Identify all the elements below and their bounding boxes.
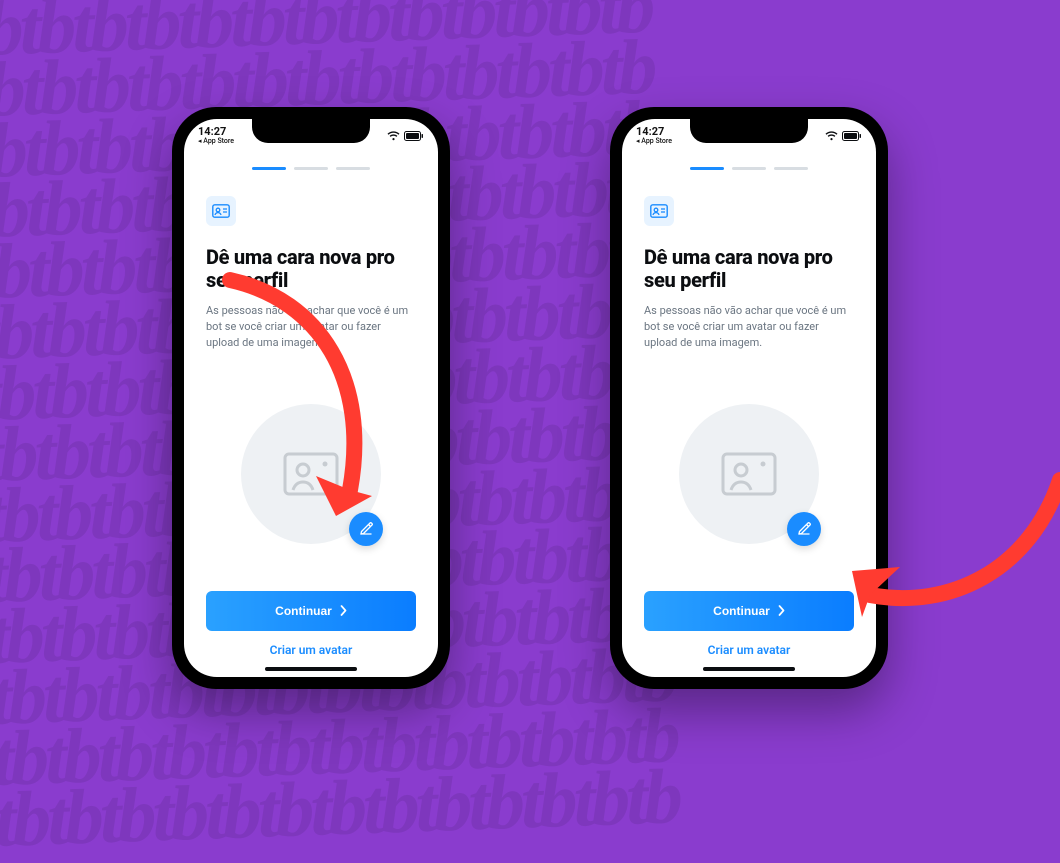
phone-notch xyxy=(690,119,808,143)
app-screen: 14:27 ◂ App Store xyxy=(184,119,438,677)
edit-avatar-button[interactable] xyxy=(787,512,821,546)
status-back-to-appstore[interactable]: ◂ App Store xyxy=(636,138,672,145)
status-back-to-appstore[interactable]: ◂ App Store xyxy=(198,138,234,145)
chevron-right-icon xyxy=(340,605,347,616)
user-photo-placeholder-icon xyxy=(721,452,777,496)
status-time: 14:27 xyxy=(636,126,672,137)
phone-mockup: 14:27 ◂ App Store xyxy=(172,107,450,689)
battery-icon xyxy=(404,131,424,141)
avatar-placeholder[interactable] xyxy=(241,404,381,544)
battery-icon xyxy=(842,131,862,141)
wifi-icon xyxy=(825,131,838,141)
chevron-right-icon xyxy=(778,605,785,616)
continue-button-label: Continuar xyxy=(275,604,332,618)
phone-mockup: 14:27 ◂ App Store xyxy=(610,107,888,689)
phone-notch xyxy=(252,119,370,143)
status-time: 14:27 xyxy=(198,126,234,137)
continue-button-label: Continuar xyxy=(713,604,770,618)
continue-button[interactable]: Continuar xyxy=(644,591,854,631)
edit-avatar-button[interactable] xyxy=(349,512,383,546)
id-card-icon xyxy=(206,196,236,226)
page-title: Dê uma cara nova pro seu perfil xyxy=(644,246,854,293)
home-indicator[interactable] xyxy=(265,667,357,671)
page-title: Dê uma cara nova pro seu perfil xyxy=(206,246,416,293)
continue-button[interactable]: Continuar xyxy=(206,591,416,631)
create-avatar-link[interactable]: Criar um avatar xyxy=(206,643,416,677)
page-subtitle: As pessoas não vão achar que você é um b… xyxy=(644,303,854,351)
id-card-icon xyxy=(644,196,674,226)
pencil-icon xyxy=(797,521,812,536)
wifi-icon xyxy=(387,131,400,141)
page-subtitle: As pessoas não vão achar que você é um b… xyxy=(206,303,416,351)
user-photo-placeholder-icon xyxy=(283,452,339,496)
app-screen: 14:27 ◂ App Store xyxy=(622,119,876,677)
pencil-icon xyxy=(359,521,374,536)
home-indicator[interactable] xyxy=(703,667,795,671)
avatar-placeholder[interactable] xyxy=(679,404,819,544)
create-avatar-link[interactable]: Criar um avatar xyxy=(644,643,854,677)
